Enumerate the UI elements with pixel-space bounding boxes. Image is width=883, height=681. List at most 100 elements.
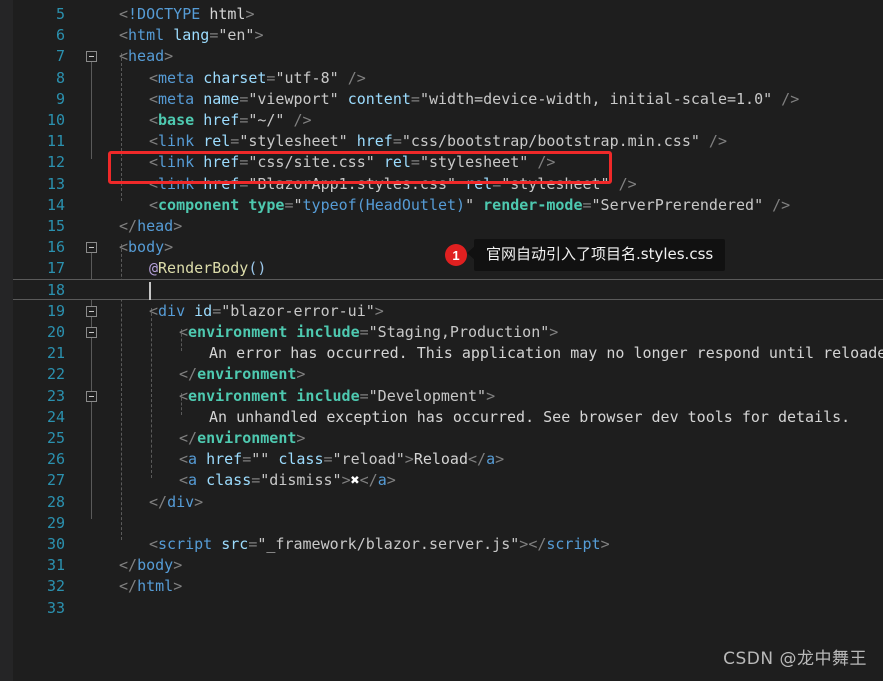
line-number: 5 — [55, 5, 65, 23]
code-line[interactable]: 10 <base href="~/" /> — [13, 110, 883, 131]
fold-collapse-icon[interactable] — [86, 305, 97, 317]
token-attr: href — [203, 174, 240, 193]
code-line[interactable]: 25 </environment> — [13, 428, 883, 449]
code-text: </div> — [149, 492, 203, 513]
token-text: Reload — [413, 450, 468, 469]
token-val: "BlazorApp1.styles.css" — [248, 174, 457, 193]
code-line[interactable]: 22 </environment> — [13, 364, 883, 385]
code-line[interactable]: 11 <link rel="stylesheet" href="css/boots… — [13, 131, 883, 152]
line-number: 8 — [55, 68, 65, 87]
token-val: "stylesheet" — [239, 132, 348, 151]
token-val: "en" — [218, 26, 255, 45]
token-tag: body — [128, 238, 165, 257]
line-number: 6 — [55, 26, 65, 45]
token-punct: < — [149, 68, 159, 87]
token-tag: head — [137, 217, 174, 235]
token-punct: > — [486, 386, 496, 405]
token-attr: rel — [465, 174, 493, 193]
code-text: </html> — [119, 576, 182, 597]
code-line[interactable]: 29 — [13, 513, 883, 534]
fold-collapse-icon[interactable] — [86, 327, 97, 338]
code-line[interactable]: 18 — [13, 280, 883, 301]
token-punct: < — [119, 5, 129, 23]
token-val: "stylesheet" — [419, 153, 529, 172]
fold-collapse-icon[interactable] — [86, 242, 97, 254]
token-punct: > — [164, 238, 174, 257]
code-line[interactable]: 30 <script src="_framework/blazor.server.… — [13, 534, 883, 555]
code-line[interactable]: 21 An error has occurred. This applicatio… — [13, 343, 883, 364]
token-quote: " — [465, 195, 475, 214]
token-punct: > — [296, 429, 306, 447]
code-line[interactable]: 19 <div id="blazor-error-ui"> — [13, 301, 883, 322]
line-number: 12 — [46, 153, 65, 172]
token-punct: < — [179, 323, 189, 341]
code-line[interactable]: 12 <link href="css/site.css" rel="stylesh… — [13, 152, 883, 173]
code-text: <div id="blazor-error-ui"> — [149, 301, 384, 322]
line-number: 18 — [46, 280, 65, 299]
token-punct: </ — [468, 450, 487, 469]
fold-collapse-icon[interactable] — [86, 51, 97, 63]
code-line[interactable]: 23 <environment include="Development"> — [13, 386, 883, 407]
code-line[interactable]: 33 — [13, 598, 883, 619]
code-line[interactable]: 26 <a href="" class="reload">Reload</a> — [13, 449, 883, 470]
line-number: 16 — [46, 238, 65, 257]
token-tag: div — [167, 492, 195, 511]
code-line[interactable]: 15 </head> — [13, 216, 883, 237]
token-punct: < — [149, 535, 159, 553]
code-line[interactable]: 14 <component type="typeof(HeadOutlet)" r… — [13, 195, 883, 216]
code-text: An error has occurred. This application … — [209, 343, 883, 364]
token-punct: > — [296, 365, 306, 384]
token-val: "width=device-width, initial-scale=1.0" — [419, 89, 773, 108]
token-tag: div — [158, 301, 186, 320]
line-number: 31 — [46, 556, 65, 575]
code-line[interactable]: 31 </body> — [13, 555, 883, 576]
token-attr: class — [278, 450, 324, 469]
code-line[interactable]: 13 <link href="BlazorApp1.styles.css" rel… — [13, 174, 883, 195]
token-text: An error has occurred. This application … — [209, 344, 883, 363]
token-val: "css/bootstrap/bootstrap.min.css" — [401, 132, 700, 151]
token-punct: < — [149, 301, 159, 320]
code-line[interactable]: 8 <meta charset="utf-8" /> — [13, 68, 883, 89]
code-line[interactable]: 27 <a class="dismiss">✖</a> — [13, 470, 883, 491]
editor-surface[interactable]: 5 <!DOCTYPE html> 6 <html lang="en"> 7 <head>… — [13, 0, 883, 681]
code-text: </environment> — [179, 428, 305, 449]
code-line[interactable]: 20 <environment include="Staging,Producti… — [13, 322, 883, 343]
fold-collapse-icon[interactable] — [86, 390, 97, 402]
token-punct: > — [173, 577, 183, 596]
token-punct: < — [179, 471, 189, 490]
token-punct: < — [179, 450, 189, 469]
code-line[interactable]: 5 <!DOCTYPE html> — [13, 4, 883, 25]
token-punct: < — [119, 26, 129, 45]
code-line[interactable]: 9 <meta name="viewport" content="width=de… — [13, 89, 883, 110]
token-tag: meta — [158, 68, 195, 87]
code-line[interactable]: 28 </div> — [13, 492, 883, 513]
token-quote: " — [293, 195, 303, 214]
token-punct: = — [323, 450, 333, 469]
token-punct: = — [251, 471, 261, 490]
line-number: 17 — [46, 259, 65, 278]
token-punct: = — [212, 301, 222, 320]
callout-badge: 1 — [445, 244, 467, 266]
token-punct: < — [149, 195, 159, 214]
callout-text: 官网自动引入了项目名.styles.css — [474, 239, 726, 271]
code-line[interactable]: 32 </html> — [13, 576, 883, 597]
code-line[interactable]: 24 An unhandled exception has occurred. S… — [13, 407, 883, 428]
line-number: 19 — [46, 301, 65, 320]
code-lines[interactable]: 5 <!DOCTYPE html> 6 <html lang="en"> 7 <head>… — [13, 0, 883, 681]
code-line[interactable]: 7 <head> — [13, 46, 883, 67]
line-number: 28 — [46, 492, 65, 511]
code-line[interactable]: 6 <html lang="en"> — [13, 25, 883, 46]
token-helper: environment — [197, 429, 297, 447]
token-helper: base — [158, 111, 195, 129]
line-number: 15 — [46, 217, 65, 235]
code-text: <link rel="stylesheet" href="css/bootstr… — [149, 131, 727, 152]
